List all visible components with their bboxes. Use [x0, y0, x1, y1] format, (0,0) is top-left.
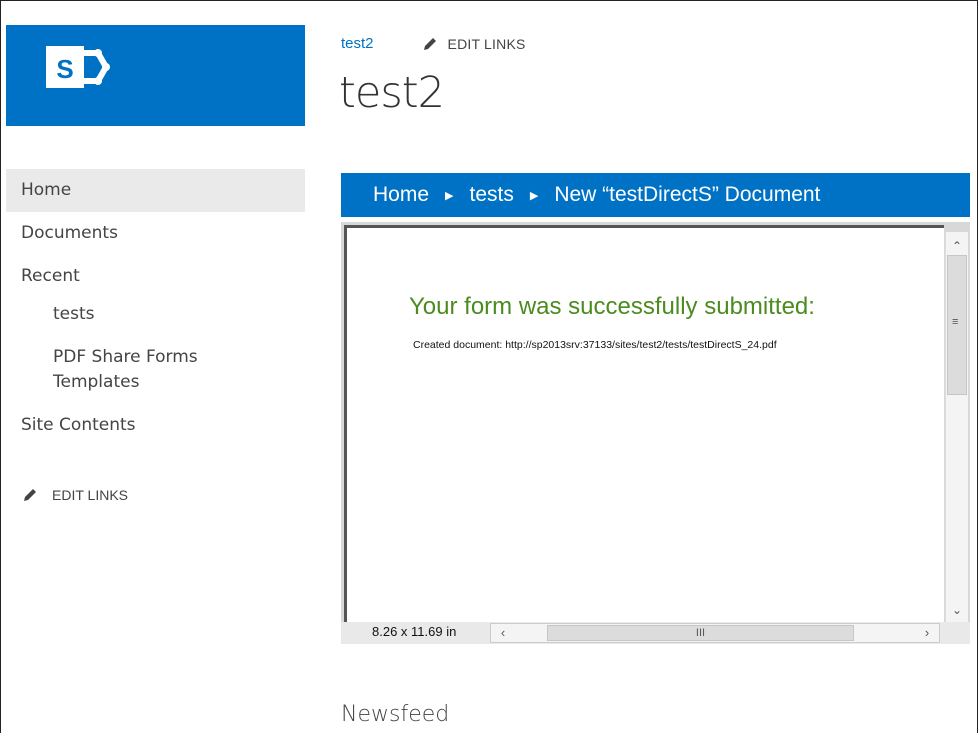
- breadcrumb-current-document: New “testDirectS” Document: [554, 183, 821, 206]
- vertical-scroll-thumb[interactable]: ≡: [947, 255, 967, 395]
- pencil-icon: [423, 37, 436, 50]
- breadcrumb-tests[interactable]: tests: [470, 183, 514, 207]
- chevron-right-icon: ▶: [445, 189, 454, 202]
- success-message: Your form was successfully submitted:: [409, 293, 815, 320]
- sharepoint-logo[interactable]: S: [6, 25, 305, 126]
- horizontal-scrollbar[interactable]: ‹ III ›: [490, 623, 940, 643]
- pdf-viewer: Your form was successfully submitted: Cr…: [341, 222, 970, 644]
- pdf-document-area: Your form was successfully submitted: Cr…: [344, 225, 944, 622]
- sharepoint-logo-icon: S: [46, 46, 110, 88]
- vertical-scrollbar[interactable]: ⌃ ≡ ⌄: [945, 232, 968, 622]
- newsfeed-heading: Newsfeed: [341, 702, 450, 727]
- quick-launch-nav: Home Documents Recent tests PDF Share Fo…: [6, 169, 305, 447]
- nav-subitem-tests[interactable]: tests: [6, 298, 305, 336]
- scroll-right-arrow-icon[interactable]: ›: [917, 624, 937, 642]
- nav-edit-links-button[interactable]: EDIT LINKS: [22, 487, 128, 503]
- chevron-right-icon: ▶: [529, 189, 539, 202]
- top-edit-links-button[interactable]: EDIT LINKS: [422, 36, 526, 52]
- breadcrumb: Home ▶ tests ▶ New “testDirectS” Documen…: [341, 173, 970, 217]
- page-title: test2: [339, 68, 445, 118]
- nav-item-home[interactable]: Home: [6, 169, 305, 212]
- scroll-down-arrow-icon[interactable]: ⌄: [946, 600, 968, 620]
- horizontal-scroll-thumb[interactable]: III: [547, 625, 854, 641]
- nav-item-documents[interactable]: Documents: [6, 212, 305, 255]
- nav-item-site-contents[interactable]: Site Contents: [6, 404, 305, 447]
- breadcrumb-home[interactable]: Home: [373, 183, 429, 207]
- nav-item-recent[interactable]: Recent: [6, 255, 305, 298]
- nav-subitem-pdf-share-forms-templates[interactable]: PDF Share Forms Templates: [6, 336, 233, 404]
- site-link[interactable]: test2: [341, 35, 374, 52]
- viewer-status-bar: 8.26 x 11.69 in ‹ III ›: [341, 622, 970, 644]
- svg-text:S: S: [56, 54, 73, 84]
- top-links-bar: test2 EDIT LINKS: [341, 35, 526, 52]
- created-document-text: Created document: http://sp2013srv:37133…: [413, 339, 777, 351]
- pencil-icon: [24, 489, 36, 501]
- top-edit-links-label: EDIT LINKS: [447, 35, 526, 52]
- nav-edit-links-label: EDIT LINKS: [52, 487, 128, 503]
- page-size-readout: 8.26 x 11.69 in: [372, 624, 457, 639]
- scroll-left-arrow-icon[interactable]: ‹: [493, 624, 513, 642]
- scroll-up-arrow-icon[interactable]: ⌃: [946, 236, 968, 256]
